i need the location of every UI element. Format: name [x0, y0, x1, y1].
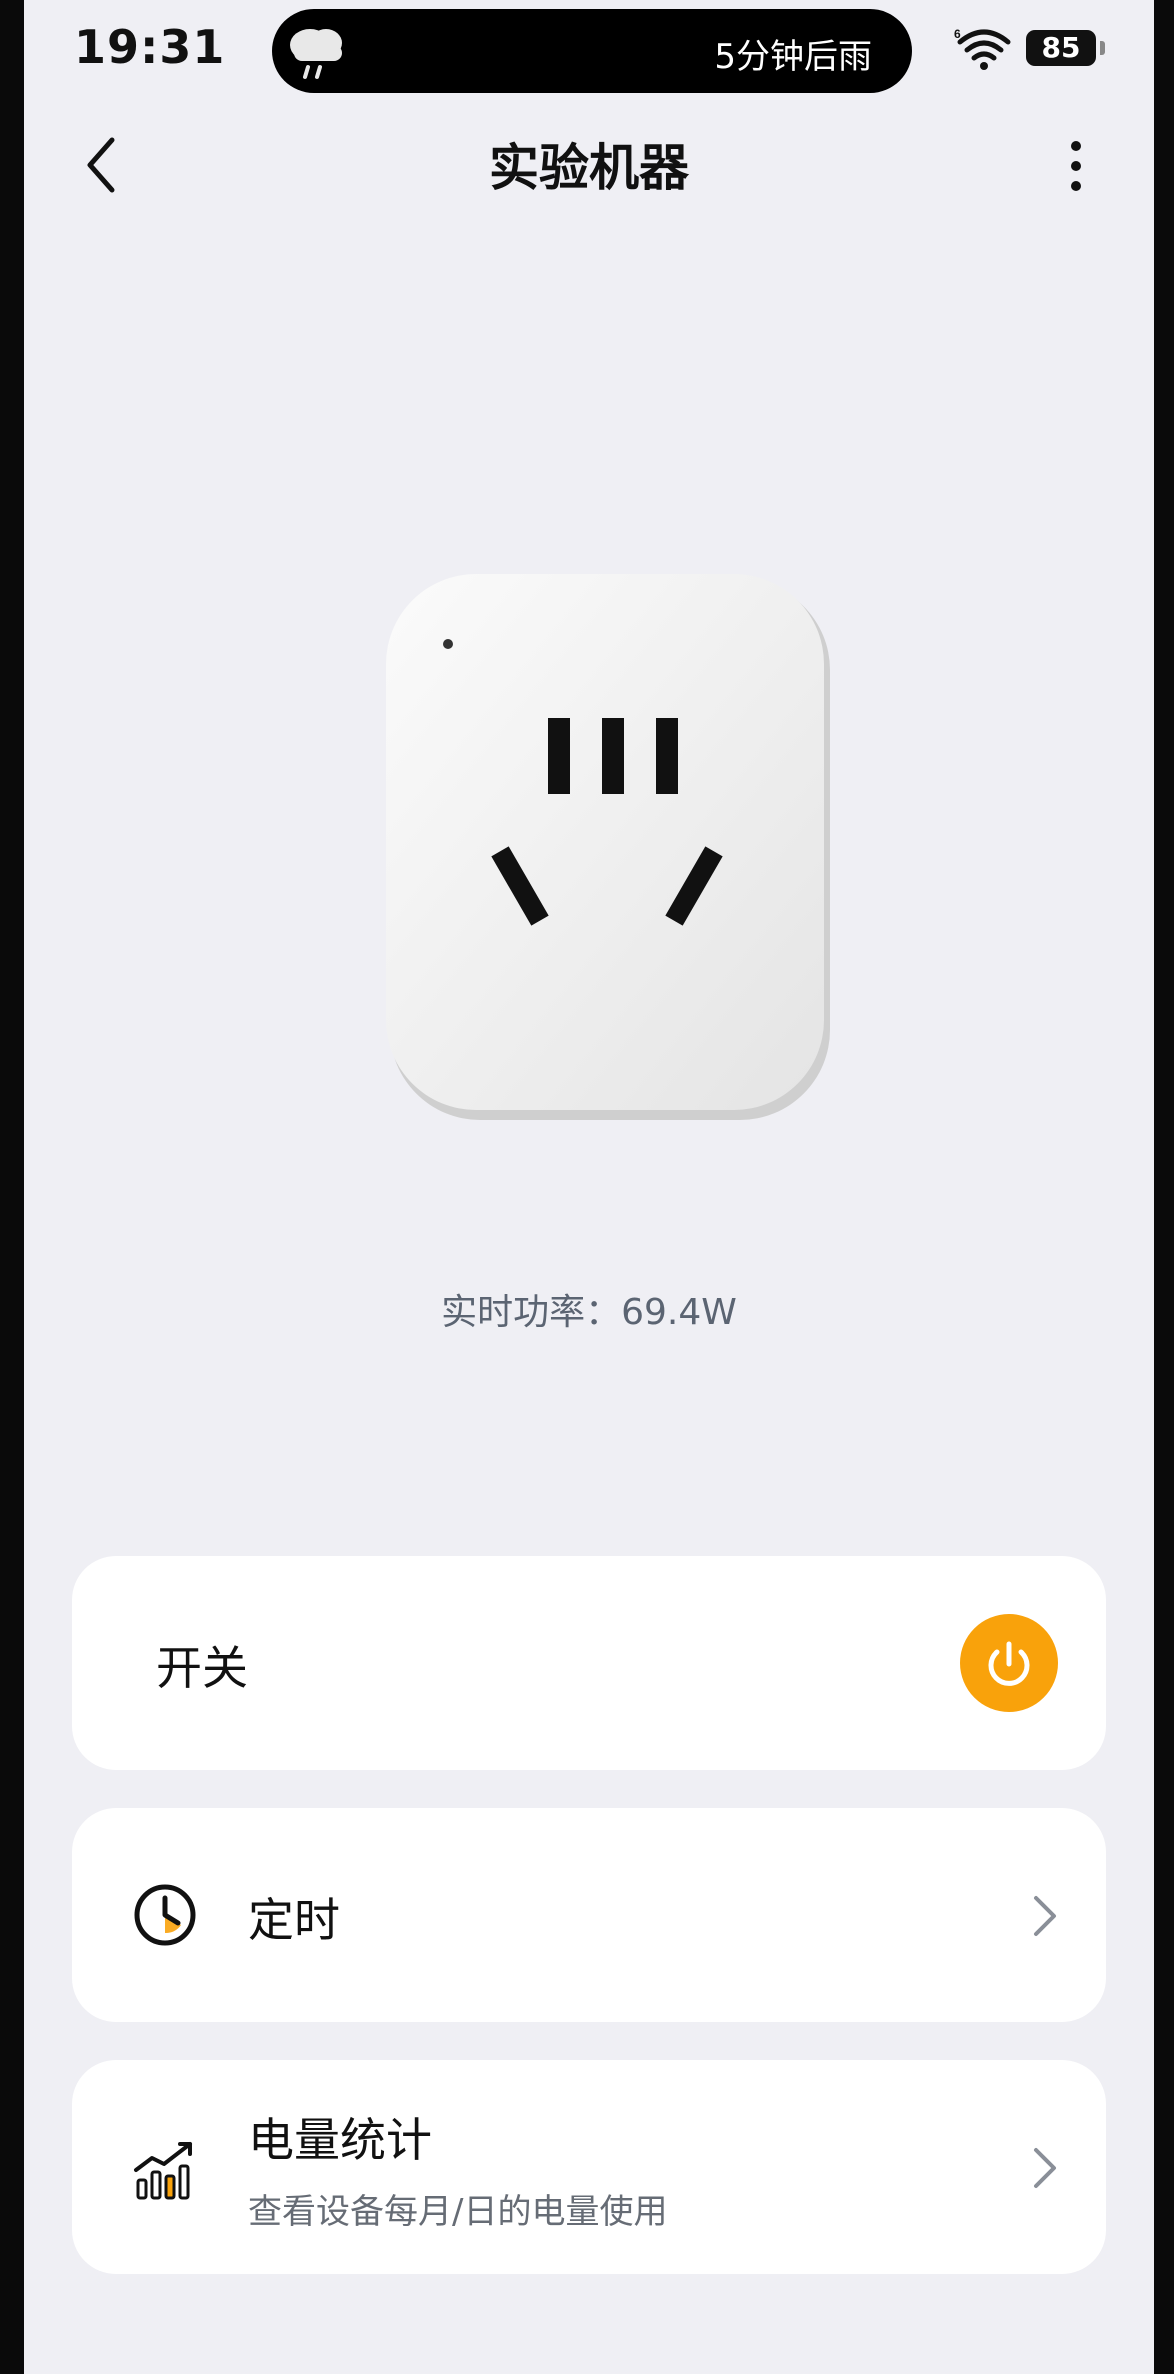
svg-text:6: 6: [954, 27, 961, 41]
cloud-rain-icon: [290, 29, 342, 79]
weather-notice: 5分钟后雨: [714, 37, 872, 77]
realtime-power: 实时功率：69.4W: [441, 1292, 737, 1333]
power-button[interactable]: [960, 1614, 1058, 1712]
power-icon: [988, 1641, 1030, 1686]
battery-level: 85: [1026, 30, 1096, 66]
more-vertical-icon[interactable]: [1064, 140, 1088, 192]
energy-stats-card[interactable]: 电量统计 查看设备每月/日的电量使用: [72, 2060, 1106, 2274]
dynamic-island[interactable]: 5分钟后雨: [272, 9, 912, 93]
wifi-6-icon: 6: [954, 27, 1011, 70]
timer-label: 定时: [248, 1893, 340, 1947]
clock-icon: [134, 1884, 196, 1946]
chevron-right-icon: [1034, 2148, 1056, 2188]
switch-card: 开关: [72, 1556, 1106, 1770]
app-screen: 19:31 5分钟后雨 6 85 实验机器 实时功率：69.4W 开关 定时 电…: [24, 0, 1154, 2374]
energy-stats-subtitle: 查看设备每月/日的电量使用: [248, 2192, 668, 2232]
chevron-right-icon: [1034, 1896, 1056, 1936]
status-time: 19:31: [74, 20, 226, 74]
timer-card[interactable]: 定时: [72, 1808, 1106, 2022]
battery-tip: [1100, 41, 1105, 55]
bar-chart-icon: [134, 2142, 192, 2200]
smart-plug-image: [386, 574, 830, 1120]
energy-stats-label: 电量统计: [248, 2113, 432, 2167]
page-title: 实验机器: [489, 139, 689, 197]
switch-label: 开关: [156, 1641, 248, 1695]
